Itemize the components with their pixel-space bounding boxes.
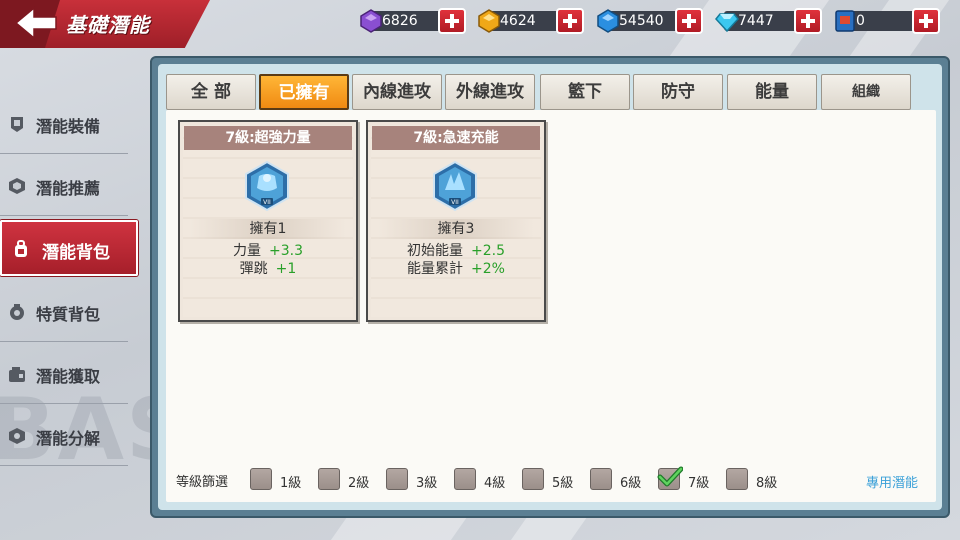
currency-purple-gem: 6826: [358, 8, 470, 34]
level-5-label: 5級: [552, 476, 574, 491]
tab-inside-offense[interactable]: 內線進攻: [352, 74, 442, 110]
level-6-label: 6級: [620, 476, 642, 491]
stat-name: 初始能量: [407, 243, 463, 259]
checkmark-icon: [657, 466, 683, 487]
stat-value: +3.3: [269, 243, 303, 259]
sidebar-item-label: 潛能推薦: [36, 179, 101, 198]
sidebar-item-potential-recommend[interactable]: 潛能推薦: [0, 154, 128, 216]
blue-gem-icon: [597, 9, 619, 33]
gold-gem-icon: [478, 9, 500, 33]
strength-emblem-icon: VII: [245, 160, 289, 212]
level-8-checkbox[interactable]: [726, 468, 748, 490]
sidebar-item-label: 潛能分解: [36, 429, 101, 448]
tab-playmaking[interactable]: 組織: [821, 74, 911, 110]
diamond-icon: [715, 13, 739, 33]
stat-value: +2.5: [471, 243, 505, 259]
recharge-emblem-icon: VII: [433, 160, 477, 212]
sidebar-item-label: 潛能背包: [42, 243, 110, 263]
svg-text:VII: VII: [451, 199, 459, 206]
level-3-label: 3級: [416, 476, 438, 491]
level-6-checkbox[interactable]: [590, 468, 612, 490]
add-ticket-button[interactable]: [912, 8, 940, 34]
sidebar-item-label: 潛能裝備: [36, 117, 101, 136]
level-8-label: 8級: [756, 476, 778, 491]
stat-value: +1: [275, 261, 297, 277]
tab-outside-offense[interactable]: 外線進攻: [445, 74, 535, 110]
potential-recommend-icon: [9, 178, 25, 194]
potential-decompose-icon: [9, 428, 25, 444]
potential-obtain-icon: [9, 367, 25, 382]
exclusive-potential-link[interactable]: 專用潛能: [866, 472, 918, 491]
ticket-icon: [835, 10, 855, 32]
card-title: 7級:急速充能: [372, 126, 540, 150]
stat-row: 初始能量 +2.5: [368, 242, 544, 261]
add-blue-gem-button[interactable]: [675, 8, 703, 34]
level-3-checkbox[interactable]: [386, 468, 408, 490]
add-gold-gem-button[interactable]: [556, 8, 584, 34]
add-diamond-button[interactable]: [794, 8, 822, 34]
currency-ticket: 0: [832, 8, 944, 34]
tab-owned[interactable]: 已擁有: [259, 74, 349, 110]
currency-blue-gem: 54540: [595, 8, 707, 34]
stat-value: +2%: [471, 261, 505, 277]
potential-card[interactable]: 7級:超強力量 VII 擁有1 力量 +3.3 彈跳 +1: [178, 120, 358, 322]
potential-card[interactable]: 7級:急速充能 VII 擁有3 初始能量 +2.5 能量累計 +2%: [366, 120, 546, 322]
stat-row: 力量 +3.3: [180, 242, 356, 261]
top-bar: 基礎潛能 6826 4624 54540 7447 0: [0, 0, 960, 50]
sidebar: 潛能裝備 潛能推薦 潛能背包 特質背包 潛能獲取 潛能分解: [0, 92, 140, 466]
owned-count: 擁有3: [378, 219, 534, 239]
tab-all[interactable]: 全 部: [166, 74, 256, 110]
level-5-checkbox[interactable]: [522, 468, 544, 490]
potential-equip-icon: [11, 117, 23, 132]
stat-name: 力量: [233, 243, 261, 259]
currency-gold-gem: 4624: [476, 8, 588, 34]
sidebar-item-label: 潛能獲取: [36, 367, 101, 386]
level-7-label: 7級: [688, 476, 710, 491]
back-arrow-icon: [14, 6, 57, 40]
sidebar-item-potential-decompose[interactable]: 潛能分解: [0, 404, 128, 466]
tab-under-basket[interactable]: 籃下: [540, 74, 630, 110]
tab-energy[interactable]: 能量: [727, 74, 817, 110]
sidebar-item-label: 特質背包: [36, 305, 101, 324]
level-1-label: 1級: [280, 476, 302, 491]
card-title: 7級:超強力量: [184, 126, 352, 150]
trait-bag-icon: [10, 304, 24, 320]
potential-bag-icon: [15, 240, 27, 257]
level-2-checkbox[interactable]: [318, 468, 340, 490]
level-4-label: 4級: [484, 476, 506, 491]
svg-text:VII: VII: [263, 199, 271, 206]
tab-defense[interactable]: 防守: [633, 74, 723, 110]
currency-diamond: 7447: [714, 8, 826, 34]
level-4-checkbox[interactable]: [454, 468, 476, 490]
page-title: 基礎潛能: [66, 13, 150, 37]
stat-name: 能量累計: [407, 261, 464, 277]
owned-count: 擁有1: [190, 219, 346, 239]
level-2-label: 2級: [348, 476, 370, 491]
add-purple-gem-button[interactable]: [438, 8, 466, 34]
back-button[interactable]: [14, 6, 58, 40]
purple-gem-icon: [360, 9, 382, 33]
level-7-checkbox[interactable]: [657, 466, 683, 490]
sidebar-item-potential-bag[interactable]: 潛能背包: [0, 220, 138, 276]
level-1-checkbox[interactable]: [250, 468, 272, 490]
level-filter-label: 等級篩選: [176, 475, 229, 490]
stat-row: 能量累計 +2%: [368, 260, 544, 279]
stat-row: 彈跳 +1: [180, 260, 356, 279]
sidebar-item-potential-obtain[interactable]: 潛能獲取: [0, 342, 128, 404]
sidebar-item-trait-bag[interactable]: 特質背包: [0, 280, 128, 342]
sidebar-item-potential-equip[interactable]: 潛能裝備: [0, 92, 128, 154]
stat-name: 彈跳: [239, 261, 268, 277]
